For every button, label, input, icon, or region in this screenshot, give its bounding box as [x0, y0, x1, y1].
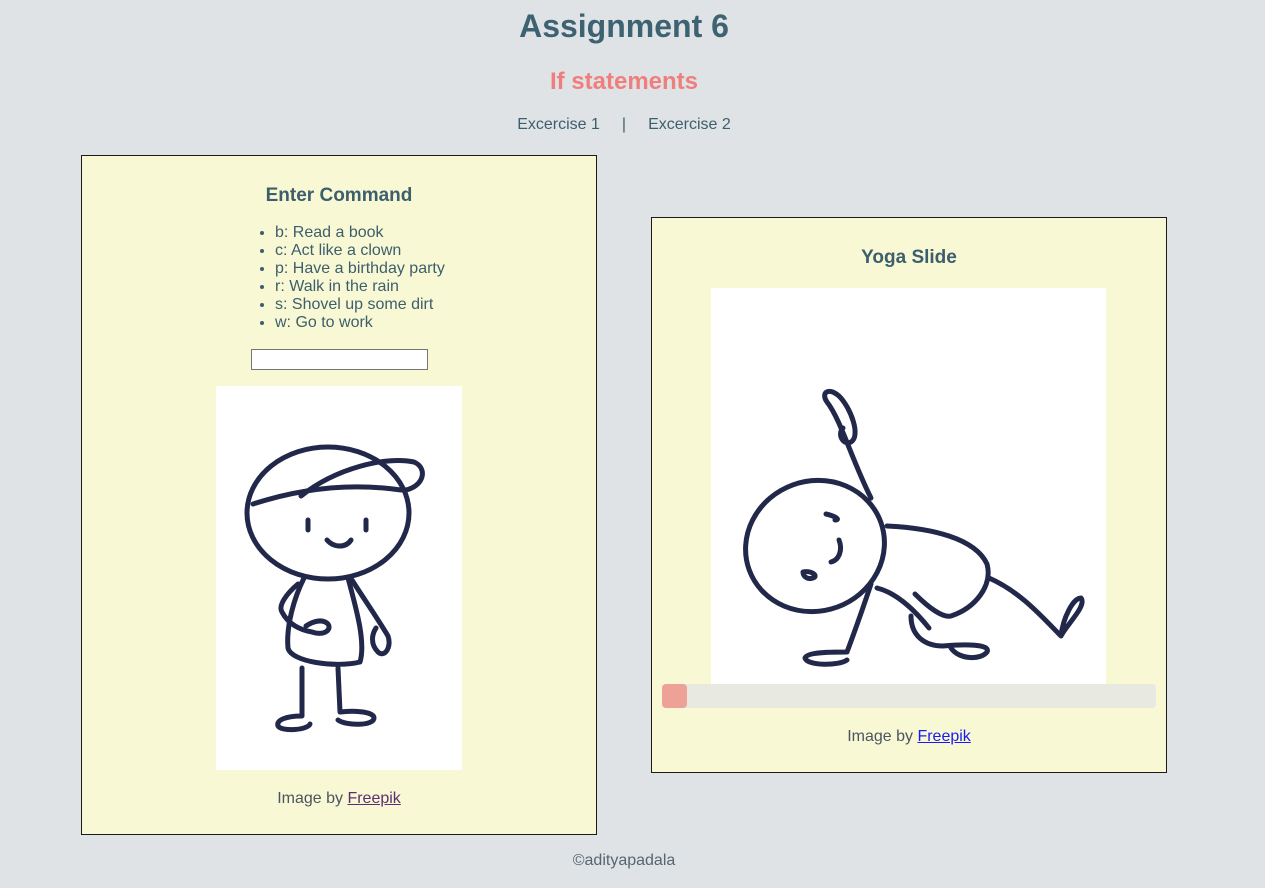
- command-list: b: Read a book c: Act like a clown p: Ha…: [257, 224, 445, 332]
- list-item: w: Go to work: [275, 314, 445, 332]
- yoga-slider-thumb[interactable]: [662, 684, 687, 708]
- nav-separator: |: [621, 116, 627, 133]
- list-item: r: Walk in the rain: [275, 278, 445, 296]
- command-panel-heading: Enter Command: [265, 185, 413, 206]
- command-panel: Enter Command b: Read a book c: Act like…: [81, 155, 597, 835]
- image-credit: Image by Freepik: [82, 790, 596, 808]
- page-subtitle: If statements: [549, 68, 699, 95]
- stick-figure-image: [216, 386, 462, 770]
- command-input[interactable]: [251, 349, 428, 370]
- list-item: p: Have a birthday party: [275, 260, 445, 278]
- list-item: s: Shovel up some dirt: [275, 296, 445, 314]
- yoga-panel-heading: Yoga Slide: [861, 247, 957, 268]
- image-credit: Image by Freepik: [652, 728, 1166, 746]
- yoga-panel: Yoga Slide Image by Freepik: [651, 217, 1167, 773]
- list-item: b: Read a book: [275, 224, 445, 242]
- exercise-nav: Excercise 1 | Excercise 2: [0, 116, 1248, 134]
- nav-link-exercise-2[interactable]: Excercise 2: [648, 116, 731, 133]
- stick-figure-yoga-icon: [743, 388, 1085, 667]
- nav-link-exercise-1[interactable]: Excercise 1: [517, 116, 600, 133]
- freepik-link[interactable]: Freepik: [347, 790, 400, 807]
- yoga-slider[interactable]: [662, 684, 1156, 708]
- page-title: Assignment 6: [519, 8, 729, 44]
- freepik-link[interactable]: Freepik: [917, 728, 970, 745]
- credit-prefix: Image by: [277, 790, 343, 807]
- footer-copyright: ©adityapadala: [572, 852, 676, 869]
- yoga-image: [711, 288, 1106, 686]
- credit-prefix: Image by: [847, 728, 913, 745]
- stick-figure-cap-icon: [244, 444, 425, 733]
- list-item: c: Act like a clown: [275, 242, 445, 260]
